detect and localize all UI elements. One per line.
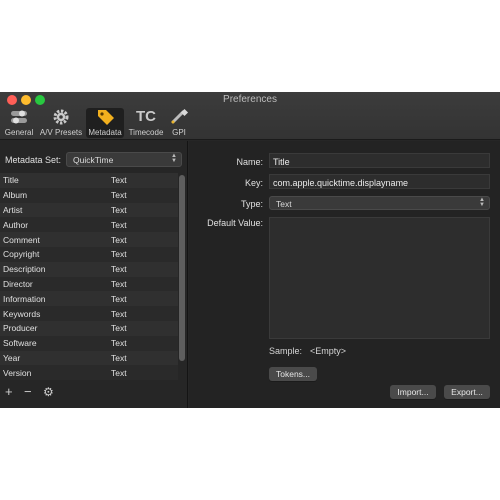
field-type: Text [111, 293, 127, 304]
updown-arrows-icon: ▲ ▼ [171, 153, 177, 164]
field-name: Comment [3, 234, 40, 245]
table-row[interactable]: Description Text [0, 261, 178, 277]
tab-general[interactable]: General [3, 108, 35, 138]
tab-metadata[interactable]: Metadata [86, 108, 124, 138]
field-name: Software [3, 338, 37, 349]
metadata-set-label: Metadata Set: [5, 155, 62, 165]
key-value: com.apple.quicktime.displayname [273, 178, 409, 188]
table-row[interactable]: Information Text [0, 291, 178, 307]
key-label: Key: [244, 178, 263, 188]
field-type: Text [111, 278, 127, 289]
tag-icon [94, 108, 116, 126]
field-type: Text [111, 249, 127, 260]
field-detail-pane: Name: Title Key: com.apple.quicktime.dis… [189, 141, 500, 408]
list-scrollbar[interactable] [179, 175, 185, 361]
tab-gpi[interactable]: GPI [168, 108, 190, 138]
sample-label: Sample: [269, 346, 303, 356]
import-button[interactable]: Import... [390, 385, 436, 399]
preferences-window: Preferences General A/V Presets Metadata… [0, 92, 500, 408]
tab-general-label: General [4, 128, 34, 137]
table-row[interactable]: Year Text [0, 350, 178, 366]
remove-field-button[interactable]: − [24, 384, 32, 399]
type-select[interactable]: Text ▲ ▼ [269, 196, 490, 210]
field-type: Text [111, 234, 127, 245]
field-name: Artist [3, 204, 23, 215]
field-name: Information [3, 293, 46, 304]
table-row[interactable]: Comment Text [0, 232, 178, 247]
tc-icon: TC [136, 108, 156, 125]
table-row[interactable]: Keywords Text [0, 306, 178, 321]
field-name: Version [3, 367, 32, 378]
field-type: Text [111, 264, 127, 275]
name-label: Name: [236, 157, 263, 167]
field-name: Copyright [3, 249, 40, 260]
switch-icon [8, 108, 30, 126]
field-type: Text [111, 352, 127, 363]
table-row[interactable]: Software Text [0, 335, 178, 351]
table-row[interactable]: Author Text [0, 217, 178, 233]
metadata-set-value: QuickTime [73, 155, 114, 165]
field-name: Title [3, 175, 19, 186]
table-row[interactable]: Artist Text [0, 202, 178, 218]
export-button[interactable]: Export... [444, 385, 490, 399]
toolbar: Preferences General A/V Presets Metadata… [0, 92, 500, 140]
field-type: Text [111, 338, 127, 349]
tab-av-presets[interactable]: A/V Presets [37, 108, 85, 138]
table-row[interactable]: Title Text [0, 173, 178, 188]
table-row[interactable]: Version Text [0, 365, 178, 380]
table-row[interactable]: Album Text [0, 187, 178, 203]
table-row[interactable]: Copyright Text [0, 246, 178, 262]
field-type: Text [111, 367, 127, 378]
connector-icon [168, 108, 190, 126]
window-title: Preferences [223, 94, 277, 105]
field-name: Keywords [3, 308, 41, 319]
default-value-textarea[interactable] [269, 217, 490, 339]
name-value: Title [273, 157, 290, 167]
field-name: Producer [3, 323, 38, 334]
name-field[interactable]: Title [269, 153, 490, 168]
table-row[interactable]: Director Text [0, 276, 178, 292]
gear-icon[interactable]: ⚙ [43, 385, 54, 399]
tab-timecode[interactable]: TC Timecode [126, 108, 166, 138]
tab-av-presets-label: A/V Presets [39, 128, 83, 137]
type-value: Text [276, 199, 292, 209]
metadata-fields-list[interactable]: Title Text Album Text Artist Text Author Text Co… [0, 173, 178, 380]
updown-arrows-icon: ▲ ▼ [479, 197, 485, 208]
field-name: Author [3, 219, 29, 230]
default-value-label: Default Value: [207, 218, 263, 228]
field-type: Text [111, 219, 127, 230]
metadata-list-pane: Metadata Set: QuickTime ▲ ▼ Title Text Albu… [0, 141, 188, 408]
gear-icon [50, 108, 72, 126]
field-name: Album [3, 190, 28, 201]
field-type: Text [111, 175, 127, 186]
field-name: Description [3, 264, 46, 275]
field-type: Text [111, 190, 127, 201]
tab-timecode-label: Timecode [128, 128, 164, 137]
table-row[interactable]: Producer Text [0, 320, 178, 336]
tokens-button[interactable]: Tokens... [269, 367, 317, 381]
key-field[interactable]: com.apple.quicktime.displayname [269, 174, 490, 189]
add-field-button[interactable]: + [5, 384, 13, 399]
field-name: Director [3, 278, 33, 289]
field-type: Text [111, 204, 127, 215]
metadata-set-select[interactable]: QuickTime ▲ ▼ [66, 152, 182, 167]
field-type: Text [111, 308, 127, 319]
field-name: Year [3, 352, 21, 363]
field-type: Text [111, 323, 127, 334]
sample-value: <Empty> [310, 346, 347, 356]
type-label: Type: [240, 199, 263, 209]
tab-gpi-label: GPI [172, 128, 186, 137]
tab-metadata-label: Metadata [88, 128, 122, 137]
